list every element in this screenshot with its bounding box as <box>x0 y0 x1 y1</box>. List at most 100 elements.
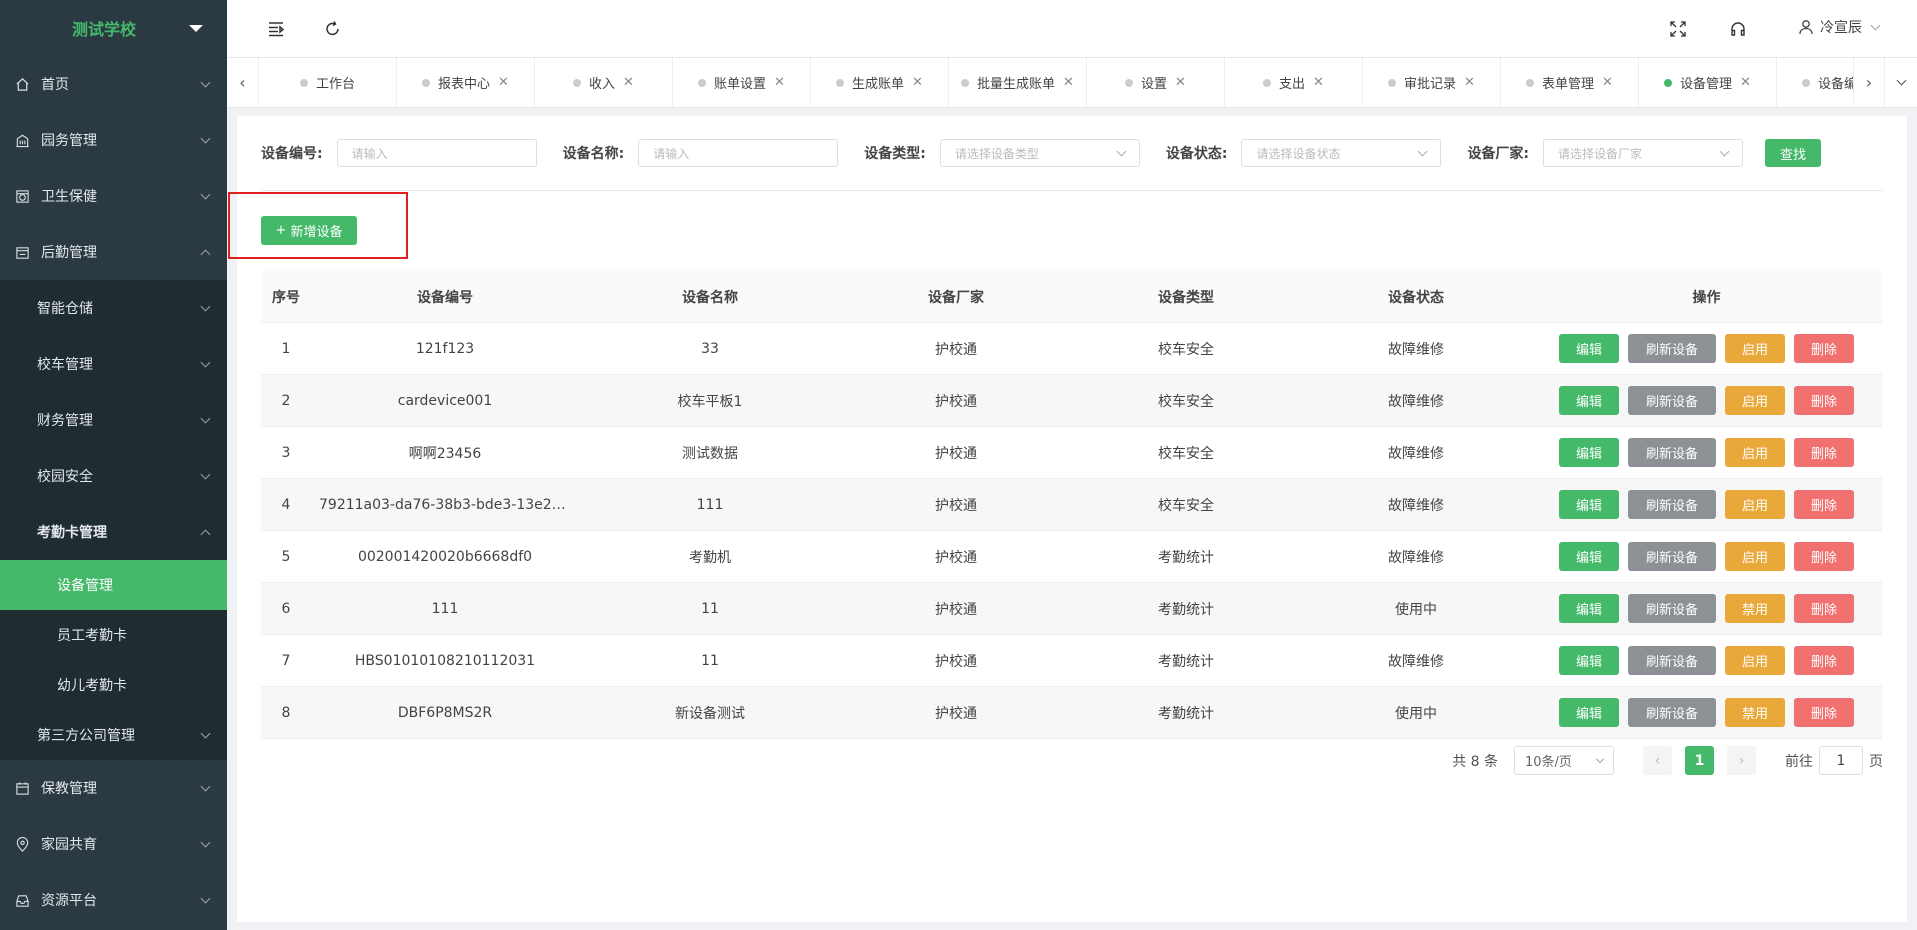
delete-button[interactable]: 删除 <box>1794 646 1854 675</box>
device-status-select[interactable]: 请选择设备状态 <box>1241 139 1442 167</box>
sidebar-item-resources[interactable]: 资源平台 <box>0 872 227 928</box>
tab-bill-settings[interactable]: 账单设置 ✕ <box>673 57 811 108</box>
delete-button[interactable]: 删除 <box>1794 542 1854 571</box>
sidebar-item-device-management[interactable]: 设备管理 <box>0 560 227 610</box>
refresh-device-button[interactable]: 刷新设备 <box>1628 490 1716 519</box>
tab-device-edit[interactable]: 设备编辑✕ <box>1777 58 1853 108</box>
edit-button[interactable]: 编辑 <box>1559 490 1619 519</box>
close-icon[interactable]: ✕ <box>1740 75 1751 90</box>
refresh-device-button[interactable]: 刷新设备 <box>1628 646 1716 675</box>
close-icon[interactable]: ✕ <box>1602 75 1613 90</box>
menu-fold-icon[interactable] <box>267 20 285 38</box>
page-size-select[interactable]: 10条/页 <box>1514 746 1614 775</box>
toggle-status-button[interactable]: 启用 <box>1725 438 1785 467</box>
school-selector[interactable]: 测试学校 <box>0 0 227 56</box>
close-icon[interactable]: ✕ <box>1464 75 1475 90</box>
headset-icon[interactable] <box>1729 20 1747 38</box>
toggle-status-button[interactable]: 启用 <box>1725 542 1785 571</box>
delete-button[interactable]: 删除 <box>1794 698 1854 727</box>
fullscreen-icon[interactable] <box>1669 20 1687 38</box>
edit-button[interactable]: 编辑 <box>1559 646 1619 675</box>
device-type-select[interactable]: 请选择设备类型 <box>939 139 1140 167</box>
tab-workbench[interactable]: 工作台 <box>259 57 397 108</box>
sidebar-item-smart-storage[interactable]: 智能仓储 <box>0 280 227 336</box>
sidebar-item-health-care[interactable]: 卫生保健 <box>0 168 227 224</box>
caret-down-icon[interactable] <box>189 24 203 32</box>
medical-box-icon <box>14 188 30 204</box>
refresh-device-button[interactable]: 刷新设备 <box>1628 594 1716 623</box>
prev-page-icon[interactable]: ‹ <box>1643 746 1672 775</box>
sidebar-item-home-school[interactable]: 家园共育 <box>0 816 227 872</box>
device-no-input[interactable]: 请输入 <box>336 139 537 167</box>
tab-settings[interactable]: 设置 ✕ <box>1087 57 1225 108</box>
close-icon[interactable]: ✕ <box>912 75 923 90</box>
close-icon[interactable]: ✕ <box>623 75 634 90</box>
toggle-status-button[interactable]: 启用 <box>1725 334 1785 363</box>
close-icon[interactable]: ✕ <box>498 75 509 90</box>
sidebar-item-school-bus[interactable]: 校车管理 <box>0 336 227 392</box>
edit-button[interactable]: 编辑 <box>1559 542 1619 571</box>
sidebar-item-finance[interactable]: 财务管理 <box>0 392 227 448</box>
close-icon[interactable]: ✕ <box>1063 75 1074 90</box>
next-page-icon[interactable]: › <box>1727 746 1756 775</box>
tab-income[interactable]: 收入 ✕ <box>535 57 673 108</box>
toggle-status-button[interactable]: 禁用 <box>1725 594 1785 623</box>
toggle-status-button[interactable]: 禁用 <box>1725 698 1785 727</box>
edit-button[interactable]: 编辑 <box>1559 334 1619 363</box>
edit-button[interactable]: 编辑 <box>1559 698 1619 727</box>
device-name-input[interactable]: 请输入 <box>638 139 839 167</box>
delete-button[interactable]: 删除 <box>1794 594 1854 623</box>
refresh-device-button[interactable]: 刷新设备 <box>1628 386 1716 415</box>
pagination: 共 8 条 10条/页 ‹ 1 › 前往 1 页 <box>1452 746 1883 775</box>
search-button[interactable]: 查找 <box>1765 139 1822 167</box>
toggle-status-button[interactable]: 启用 <box>1725 490 1785 519</box>
page-number[interactable]: 1 <box>1685 746 1714 775</box>
cell-status: 使用中 <box>1395 705 1437 722</box>
tab-generate-bill[interactable]: 生成账单 ✕ <box>811 57 949 108</box>
tab-form-management[interactable]: 表单管理 ✕ <box>1501 57 1639 108</box>
cell-name: 考勤机 <box>689 549 731 566</box>
tab-batch-generate-bill[interactable]: 批量生成账单 ✕ <box>949 57 1087 108</box>
sidebar-item-staff-card[interactable]: 员工考勤卡 <box>0 610 227 660</box>
sidebar-item-home[interactable]: 首页 <box>0 56 227 112</box>
delete-button[interactable]: 删除 <box>1794 386 1854 415</box>
sidebar-item-child-card[interactable]: 幼儿考勤卡 <box>0 660 227 710</box>
edit-button[interactable]: 编辑 <box>1559 438 1619 467</box>
tab-expense[interactable]: 支出 ✕ <box>1225 57 1363 108</box>
delete-button[interactable]: 删除 <box>1794 334 1854 363</box>
divider <box>261 190 1882 191</box>
user-menu[interactable]: 冷宣辰 <box>1798 17 1881 37</box>
refresh-device-button[interactable]: 刷新设备 <box>1628 438 1716 467</box>
edit-button[interactable]: 编辑 <box>1559 594 1619 623</box>
tab-device-management[interactable]: 设备管理 ✕ <box>1639 57 1777 108</box>
tabs-dropdown-icon[interactable] <box>1885 58 1917 108</box>
school-name: 测试学校 <box>72 20 137 39</box>
sidebar-item-education[interactable]: 保教管理 <box>0 760 227 816</box>
sidebar-item-logistics[interactable]: 后勤管理 <box>0 224 227 280</box>
refresh-device-button[interactable]: 刷新设备 <box>1628 542 1716 571</box>
delete-button[interactable]: 删除 <box>1794 438 1854 467</box>
chevron-down-icon <box>200 301 211 311</box>
tab-approval-records[interactable]: 审批记录 ✕ <box>1363 57 1501 108</box>
home-icon <box>14 76 30 92</box>
device-maker-select[interactable]: 请选择设备厂家 <box>1543 139 1744 167</box>
toggle-status-button[interactable]: 启用 <box>1725 646 1785 675</box>
close-icon[interactable]: ✕ <box>1313 75 1324 90</box>
goto-page-input[interactable]: 1 <box>1819 746 1863 775</box>
delete-button[interactable]: 删除 <box>1794 490 1854 519</box>
cell-name: 33 <box>701 340 719 357</box>
close-icon[interactable]: ✕ <box>774 75 785 90</box>
edit-button[interactable]: 编辑 <box>1559 386 1619 415</box>
refresh-device-button[interactable]: 刷新设备 <box>1628 698 1716 727</box>
tabs-scroll-left-icon[interactable]: ‹ <box>227 57 259 108</box>
sidebar-item-campus-safety[interactable]: 校园安全 <box>0 448 227 504</box>
sidebar-item-campus-admin[interactable]: 园务管理 <box>0 112 227 168</box>
refresh-device-button[interactable]: 刷新设备 <box>1628 334 1716 363</box>
close-icon[interactable]: ✕ <box>1175 75 1186 90</box>
toggle-status-button[interactable]: 启用 <box>1725 386 1785 415</box>
tab-reports[interactable]: 报表中心 ✕ <box>397 57 535 108</box>
refresh-icon[interactable] <box>324 20 342 38</box>
sidebar-item-attendance-card[interactable]: 考勤卡管理 <box>0 504 227 560</box>
sidebar-item-third-party[interactable]: 第三方公司管理 <box>0 710 227 760</box>
tabs-scroll-right-icon[interactable]: › <box>1853 57 1885 108</box>
